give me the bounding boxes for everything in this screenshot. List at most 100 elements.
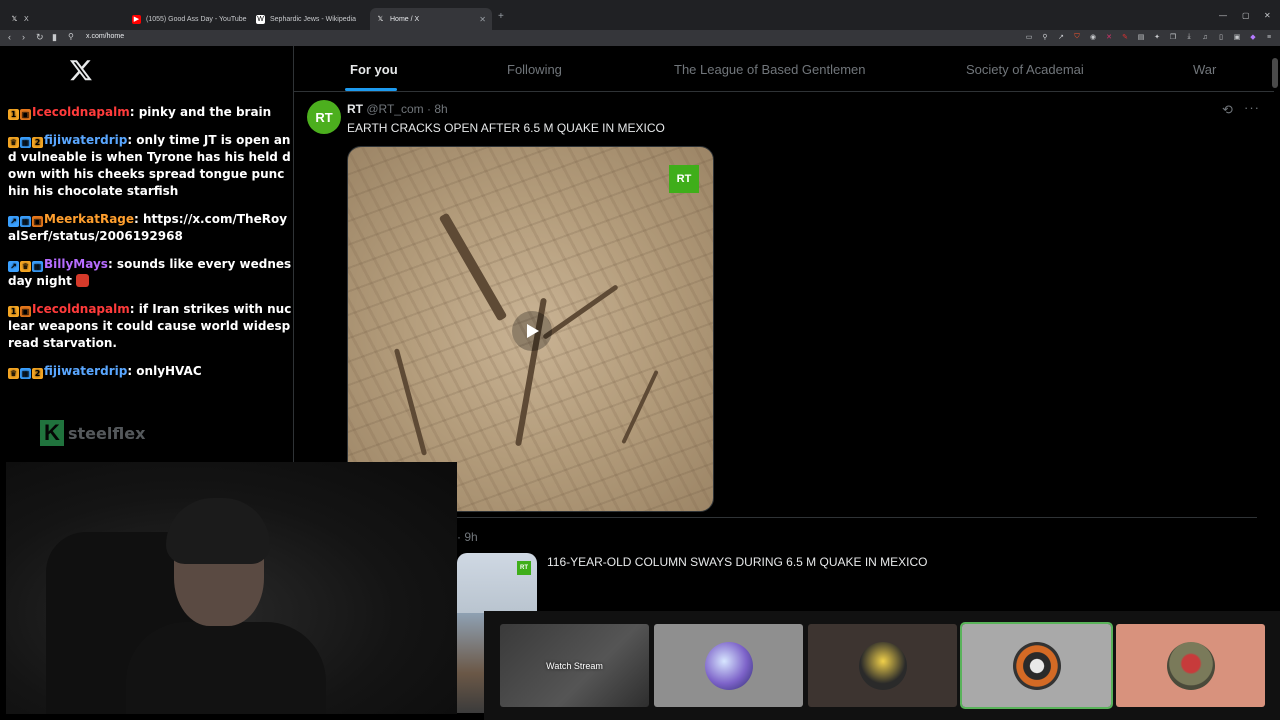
watch-stream-card[interactable]: Watch Stream xyxy=(500,624,649,707)
sponsor-logo: K steelflex xyxy=(40,420,145,446)
sponsor-name: steelflex xyxy=(68,423,146,443)
gift-badge-icon: ▦ xyxy=(20,368,31,379)
stream-card[interactable] xyxy=(1116,624,1265,707)
stream-card-strip: Watch Stream xyxy=(484,611,1280,720)
youtube-icon: ▶ xyxy=(132,14,141,24)
avatar[interactable]: RT xyxy=(307,100,341,134)
share-icon[interactable]: ↗ xyxy=(1056,32,1066,42)
puzzle-icon[interactable]: ✦ xyxy=(1152,32,1162,42)
grok-icon[interactable]: ⟲ xyxy=(1222,102,1233,118)
chat-overlay: 1 ▣ Icecoldnapalm: pinky and the brain ♛ ▦ 2… xyxy=(8,104,292,391)
crack-mark xyxy=(542,284,619,340)
play-icon xyxy=(527,324,539,338)
watch-stream-label: Watch Stream xyxy=(546,660,603,671)
brave-shield-icon[interactable]: ⛉ xyxy=(1072,32,1082,42)
download-icon[interactable]: ⤓ xyxy=(1184,32,1194,42)
screen-icon[interactable]: ▭ xyxy=(1024,32,1034,42)
post-handle-time: @RT_com · 8h xyxy=(366,102,448,116)
wikipedia-icon: W xyxy=(256,14,265,24)
rt-watermark-icon: RT xyxy=(669,165,699,193)
post-thumbnail[interactable]: RT xyxy=(457,553,537,613)
chat-username: MeerkatRage xyxy=(44,212,135,226)
gift-badge-icon: ▦ xyxy=(32,261,43,272)
new-tab-icon[interactable]: + xyxy=(498,11,504,22)
arrow-badge-icon: ↗ xyxy=(8,216,19,227)
tab-title: Home / X xyxy=(390,15,420,23)
avatar xyxy=(704,641,753,690)
crack-mark xyxy=(621,369,659,445)
tab-for-you[interactable]: For you xyxy=(350,62,398,77)
scrollbar[interactable] xyxy=(1272,58,1278,88)
extensions-row: ▭ ⚲ ↗ ⛉ ◉ ✕ ✎ ▤ ✦ ❐ ⤓ ♫ ▯ ▣ ◆ ≡ xyxy=(1024,32,1274,42)
column-divider xyxy=(293,46,294,466)
crack-mark xyxy=(438,212,508,322)
tab-youtube[interactable]: ▶ (1055) Good Ass Day - YouTube xyxy=(126,8,253,30)
chat-username: Icecoldnapalm xyxy=(32,105,130,119)
chat-message: 1 ▣ Icecoldnapalm: if Iran strikes with nu… xyxy=(8,301,292,352)
chat-username: BillyMays xyxy=(44,257,108,271)
zoom-icon[interactable]: ⚲ xyxy=(1040,32,1050,42)
rank-badge-icon: 1 xyxy=(8,109,19,120)
chat-message: 1 ▣ Icecoldnapalm: pinky and the brain xyxy=(8,104,292,121)
chat-username: fijiwaterdrip xyxy=(44,364,128,378)
tab-league-of-based-gentlemen[interactable]: The League of Based Gentlemen xyxy=(674,62,866,77)
sub-badge-icon: ▣ xyxy=(20,306,31,317)
gift-badge-icon: ▦ xyxy=(20,216,31,227)
tab-title: (1055) Good Ass Day - YouTube xyxy=(146,15,247,23)
tab-war[interactable]: War xyxy=(1193,62,1216,77)
chat-text: : pinky and the brain xyxy=(129,105,272,119)
close-icon[interactable]: ✕ xyxy=(479,15,486,24)
maximize-icon[interactable]: ▢ xyxy=(1242,11,1250,20)
stream-card[interactable] xyxy=(808,624,957,707)
tab-x[interactable]: 𝕏 X xyxy=(4,8,35,30)
rank-badge-icon: 1 xyxy=(8,306,19,317)
browser-tabbar: 𝕏 X ▶ (1055) Good Ass Day - YouTube W Se… xyxy=(0,0,1280,30)
chart-icon[interactable]: ▤ xyxy=(1136,32,1146,42)
url-field[interactable]: x.com/home xyxy=(86,33,124,40)
minimize-icon[interactable]: — xyxy=(1219,11,1227,20)
chat-message: ♛ ▦ 2 fijiwaterdrip: onlyHVAC xyxy=(8,363,292,380)
reload-icon[interactable]: ↻ xyxy=(36,32,44,43)
post-text: 116-YEAR-OLD COLUMN SWAYS DURING 6.5 M Q… xyxy=(547,555,928,569)
tab-wikipedia[interactable]: W Sephardic Jews - Wikipedia xyxy=(250,8,362,30)
copy-icon[interactable]: ❐ xyxy=(1168,32,1178,42)
post-text: EARTH CRACKS OPEN AFTER 6.5 M QUAKE IN M… xyxy=(347,121,665,135)
avatar xyxy=(1012,641,1061,690)
pen-icon[interactable]: ✎ xyxy=(1120,32,1130,42)
leo-icon[interactable]: ◆ xyxy=(1248,32,1258,42)
post-divider xyxy=(457,517,1257,518)
x-extension-icon[interactable]: ✕ xyxy=(1104,32,1114,42)
stream-card-selected[interactable] xyxy=(960,622,1113,709)
wallet-icon[interactable]: ▣ xyxy=(1232,32,1242,42)
x-logo-icon[interactable] xyxy=(68,56,94,84)
post-author-name[interactable]: RT xyxy=(347,102,363,116)
rt-watermark-icon: RT xyxy=(517,561,531,575)
x-icon: 𝕏 xyxy=(11,16,18,23)
stream-card[interactable] xyxy=(654,624,803,707)
gift-badge-icon: ▦ xyxy=(20,137,31,148)
crown-badge-icon: ♛ xyxy=(20,261,31,272)
active-tab-indicator xyxy=(345,88,397,91)
forward-icon[interactable]: › xyxy=(22,32,25,42)
post-header: RT @RT_com · 8h xyxy=(347,102,448,116)
tab-society-of-academai[interactable]: Society of Academai xyxy=(966,62,1084,77)
music-icon[interactable]: ♫ xyxy=(1200,32,1210,42)
timeline-tabs: For you Following The League of Based Ge… xyxy=(294,48,1274,92)
chat-text: : onlyHVAC xyxy=(127,364,202,378)
bookmark-icon[interactable]: ▮ xyxy=(52,32,57,43)
tab-title: Sephardic Jews - Wikipedia xyxy=(270,15,356,23)
tab-home-x[interactable]: 𝕏 Home / X ✕ xyxy=(370,8,492,30)
more-options-icon[interactable]: ··· xyxy=(1244,100,1260,115)
back-icon[interactable]: ‹ xyxy=(8,32,11,42)
tab-following[interactable]: Following xyxy=(507,62,562,77)
crown-badge-icon: ♛ xyxy=(8,137,19,148)
beanie-shape xyxy=(166,498,270,564)
chat-message: ↗ ♛ ▦ BillyMays: sounds like every wednesda… xyxy=(8,256,292,290)
menu-icon[interactable]: ≡ xyxy=(1264,32,1274,42)
extension-icon[interactable]: ◉ xyxy=(1088,32,1098,42)
site-info-icon[interactable]: ⚲ xyxy=(68,32,74,41)
close-window-icon[interactable]: ✕ xyxy=(1264,11,1271,20)
sidebar-icon[interactable]: ▯ xyxy=(1216,32,1226,42)
play-button[interactable] xyxy=(512,311,552,351)
post-video[interactable]: RT xyxy=(347,146,714,512)
